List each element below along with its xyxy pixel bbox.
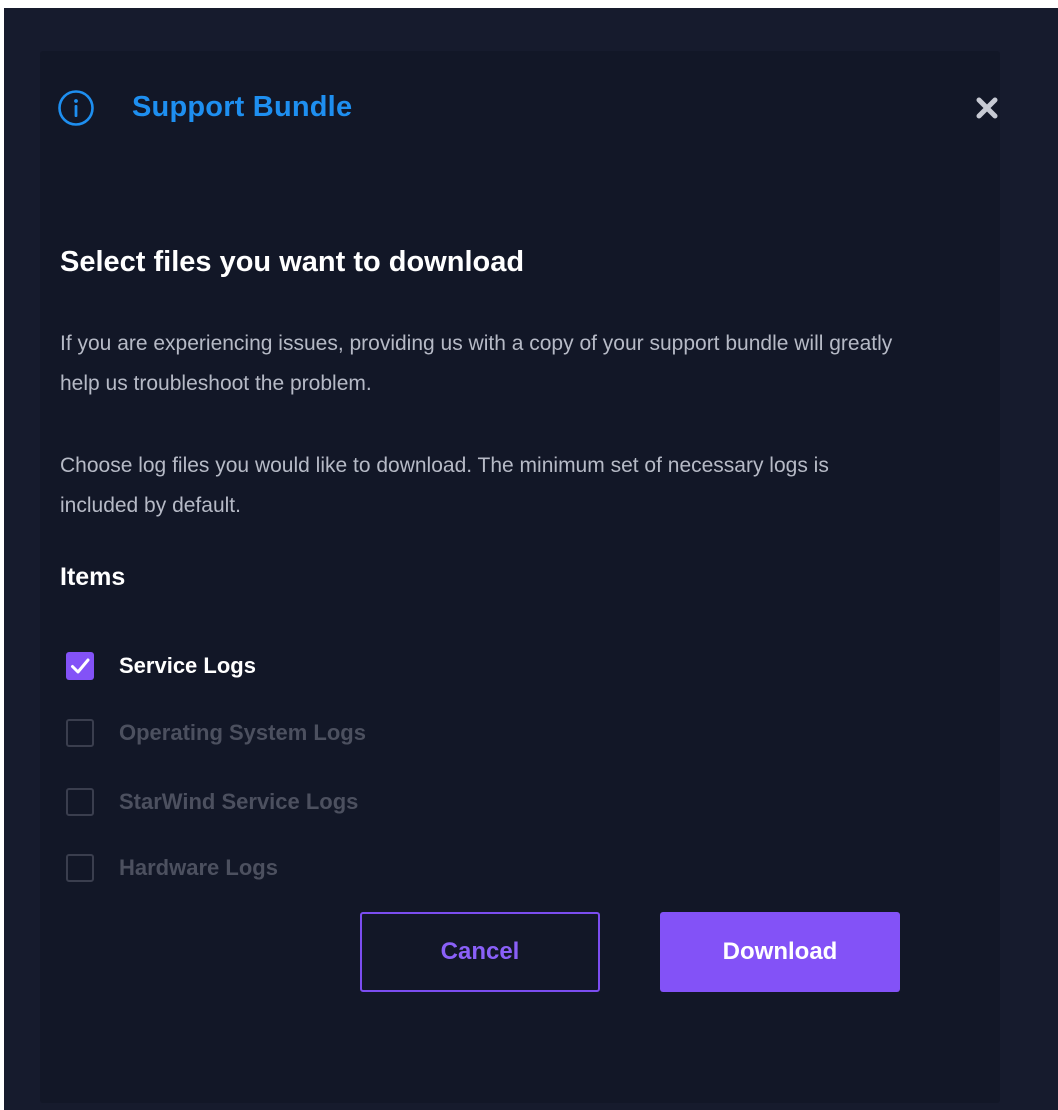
checkbox-row-hardware-logs: Hardware Logs (66, 852, 278, 884)
checkbox-row-starwind-service-logs: StarWind Service Logs (66, 786, 358, 818)
dialog-header: Support Bundle (57, 86, 1001, 132)
items-heading: Items (60, 563, 126, 591)
cancel-button[interactable]: Cancel (360, 912, 600, 992)
instructions-text: Choose log files you would like to downl… (60, 454, 829, 517)
checkbox-label: StarWind Service Logs (119, 789, 359, 814)
checkbox-label: Service Logs (119, 653, 256, 678)
checkbox-label: Operating System Logs (119, 720, 366, 745)
download-button[interactable]: Download (660, 912, 900, 992)
checkbox-label: Hardware Logs (119, 855, 278, 880)
checkbox-row-operating-system-logs: Operating System Logs (66, 717, 366, 749)
description-text: If you are experiencing issues, providin… (60, 332, 893, 395)
hardware-logs-checkbox (66, 854, 94, 882)
close-icon[interactable] (973, 94, 1001, 122)
checkbox-row-service-logs[interactable]: Service Logs (66, 650, 256, 682)
operating-system-logs-checkbox (66, 719, 94, 747)
info-icon (57, 89, 95, 127)
service-logs-checkbox[interactable] (66, 652, 94, 680)
dialog-title: Support Bundle (132, 91, 353, 123)
starwind-service-logs-checkbox (66, 788, 94, 816)
dialog-heading: Select files you want to download (60, 246, 525, 278)
checkmark-icon (71, 658, 90, 674)
